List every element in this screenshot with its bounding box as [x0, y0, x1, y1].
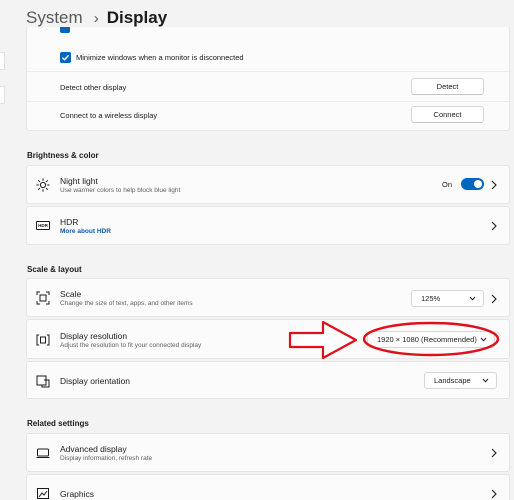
- annotation-ellipse: [362, 321, 500, 357]
- annotation-arrow: [288, 320, 358, 360]
- annotation-overlay: [288, 320, 500, 360]
